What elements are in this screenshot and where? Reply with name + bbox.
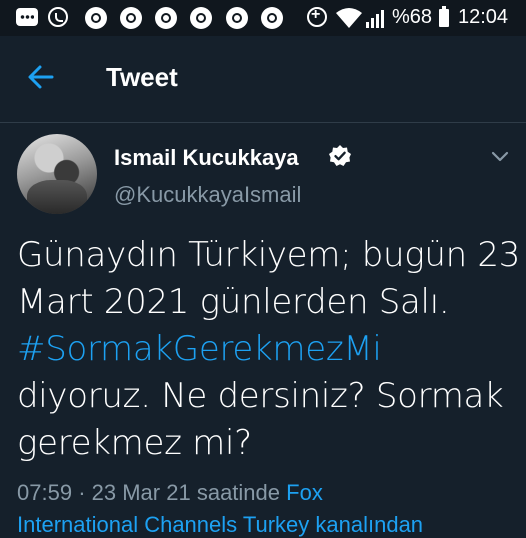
chrome-icon — [261, 7, 283, 29]
signal-icon — [366, 10, 384, 28]
app-header: Tweet — [0, 36, 526, 122]
tweet-text: Günaydın Türkiyem; bugün 23 Mart 2021 gü… — [17, 232, 521, 467]
source-link-line2[interactable]: International Channels Turkey kanalından — [17, 512, 423, 538]
status-bar: %68 12:04 — [0, 0, 526, 36]
meta-separator: · — [78, 480, 86, 505]
chrome-icon — [85, 7, 107, 29]
tweet-line: Günaydın Türkiyem; bugün 23 — [17, 235, 521, 275]
chrome-icon — [155, 7, 177, 29]
arrow-left-icon[interactable] — [26, 62, 56, 92]
chevron-down-icon[interactable] — [490, 150, 510, 164]
whatsapp-icon — [48, 7, 68, 27]
avatar[interactable] — [17, 134, 97, 214]
tweet-line: diyoruz. Ne dersiniz? Sormak — [17, 376, 504, 416]
hashtag-link[interactable]: #SormakGerekmezMi — [17, 326, 517, 373]
source-link[interactable]: Fox — [286, 480, 323, 505]
header-divider — [0, 122, 526, 123]
tweet-meta: 07:59 · 23 Mar 21 saatinde Fox — [17, 480, 323, 506]
author-handle[interactable]: @KucukkayaIsmail — [114, 182, 301, 208]
tweet-time: 07:59 — [17, 480, 73, 505]
chrome-icon — [190, 7, 212, 29]
data-saver-icon — [307, 6, 327, 27]
clock: 12:04 — [458, 6, 509, 28]
tweet-line: Mart 2021 günlerden Salı. — [17, 282, 450, 322]
chrome-icon — [226, 7, 248, 29]
wifi-icon — [336, 8, 362, 28]
battery-percent: %68 — [392, 6, 433, 28]
chrome-icon — [120, 7, 142, 29]
author-name[interactable]: Ismail Kucukkaya — [114, 145, 299, 171]
tweet-line: gerekmez mi? — [17, 423, 252, 463]
page-title: Tweet — [106, 62, 178, 92]
verified-badge-icon — [329, 145, 351, 166]
via-text: saatinde — [196, 480, 281, 505]
message-icon — [16, 8, 38, 26]
battery-icon — [439, 6, 449, 27]
tweet-date: 23 Mar 21 — [91, 480, 191, 505]
